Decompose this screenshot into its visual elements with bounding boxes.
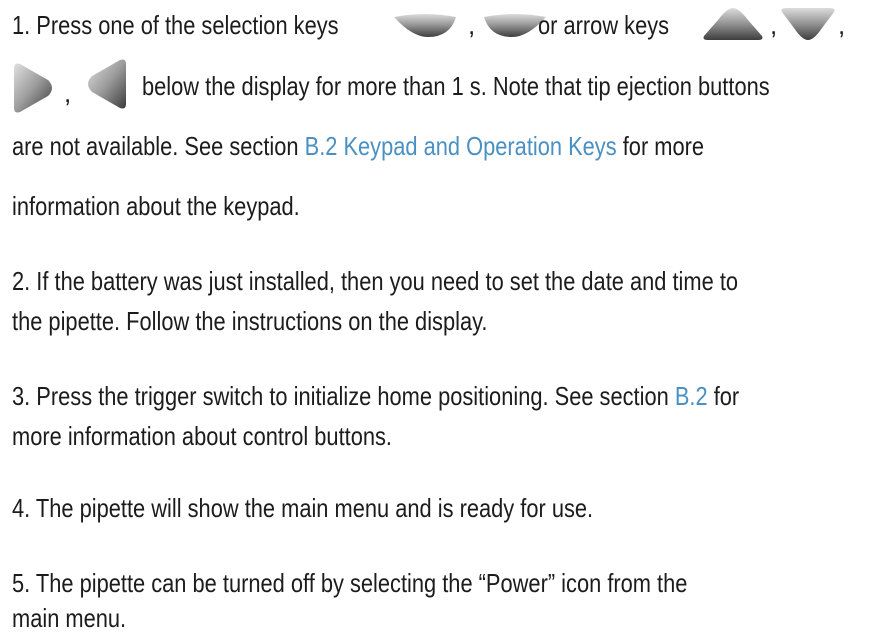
step-1-line-3-text-b: for more [622,131,705,161]
step-5-line-1: 5. The pipette can be turned off by sele… [12,568,687,598]
arrow-key-up-icon [702,6,764,42]
step-2-text: If the battery was just installed, then … [36,266,739,296]
step-3-line-2: more information about control buttons. [12,421,392,451]
step-1-line-3-text-a: are not available. See section [12,131,299,161]
step-1-text-b: or arrow keys [538,10,670,40]
step-3-text-b: for [713,381,740,411]
step-1-comma-2: , [770,10,778,40]
keypad-section-link[interactable]: B.2 Keypad and Operation Keys [305,131,617,161]
step-1-comma-3: , [838,10,846,40]
section-b2-link[interactable]: B.2 [675,381,708,411]
step-1-comma-1: , [468,10,476,40]
instruction-list: 1. Press one of the selection keys , or … [12,0,870,633]
step-4-text: The pipette will show the main menu and … [35,493,594,523]
arrow-key-left-icon [82,58,128,110]
step-5-line-2: main menu. [12,603,127,633]
arrow-key-down-icon [780,6,836,42]
step-2-line-1: 2. If the battery was just installed, th… [12,266,738,296]
step-3-text-a: Press the trigger switch to initialize h… [36,381,669,411]
step-1-line-2: below the display for more than 1 s. Not… [142,71,770,101]
step-3-line-1: 3. Press the trigger switch to initializ… [12,381,739,411]
step-1-comma-4: , [64,78,72,108]
step-4-number: 4. [12,493,31,523]
step-1-text-a: Press one of the selection keys [36,10,339,40]
step-5-text: The pipette can be turned off by selecti… [35,568,688,598]
step-4-line-1: 4. The pipette will show the main menu a… [12,493,593,523]
selection-key-left-icon [392,13,458,39]
step-3-number: 3. [12,381,31,411]
arrow-key-right-icon [12,62,56,114]
step-5-number: 5. [12,568,31,598]
step-1-line-3: are not available. See section B.2 Keypa… [12,131,704,161]
step-2-number: 2. [12,266,31,296]
step-1-number: 1. [12,10,31,40]
step-1-line-1: 1. Press one of the selection keys [12,10,339,40]
step-1-line-4: information about the keypad. [12,191,300,221]
step-2-line-2: the pipette. Follow the instructions on … [12,306,488,336]
